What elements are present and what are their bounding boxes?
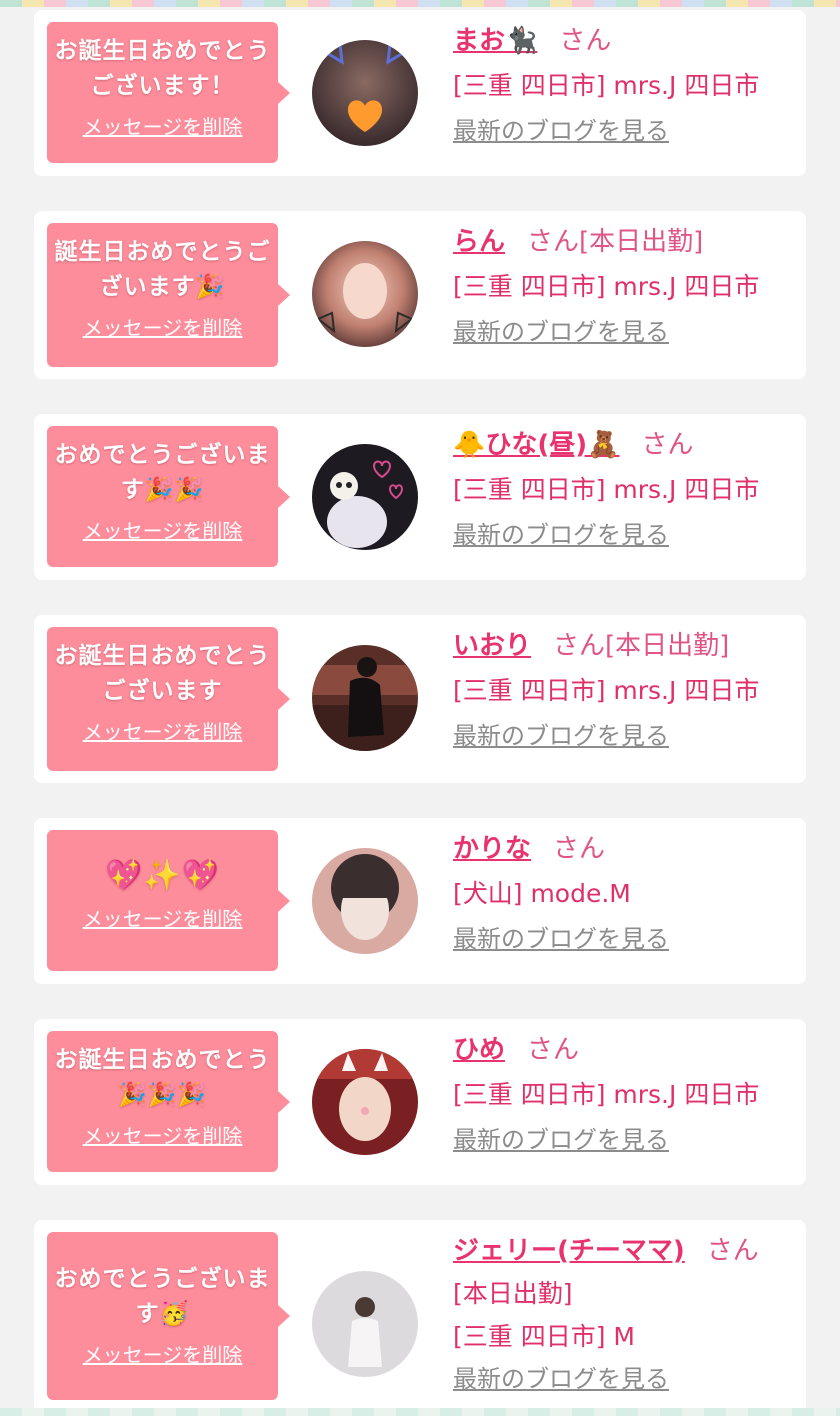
message-bubble: 💖✨💖 メッセージを削除 xyxy=(47,830,290,971)
honorific: さん xyxy=(706,1236,759,1266)
avatar[interactable] xyxy=(312,645,418,751)
view-blog-link[interactable]: 最新のブログを見る xyxy=(453,116,669,146)
cast-info: らん さん[本日出勤] [三重 四日市] mrs.J 四日市 最新のブログを見る xyxy=(453,225,798,347)
avatar[interactable] xyxy=(312,444,418,550)
avatar[interactable] xyxy=(312,241,418,347)
shop-label: [三重 四日市] mrs.J 四日市 xyxy=(453,676,760,705)
birthday-card: お誕生日おめでとう🎉🎉🎉 メッセージを削除 ひめ さん [三重 四日市] mrs.… xyxy=(34,1019,806,1185)
shop-label: [三重 四日市] mrs.J 四日市 xyxy=(453,1080,760,1109)
delete-message-link[interactable]: メッセージを削除 xyxy=(53,1123,272,1149)
view-blog-link[interactable]: 最新のブログを見る xyxy=(453,1125,669,1155)
cast-name-link[interactable]: ひめ xyxy=(453,1035,505,1065)
delete-message-link[interactable]: メッセージを削除 xyxy=(53,906,272,932)
view-blog-link[interactable]: 最新のブログを見る xyxy=(453,317,669,347)
birthday-card: お誕生日おめでとうございます！ メッセージを削除 まお🐈‍⬛ さん [三重 四日市… xyxy=(34,10,806,176)
view-blog-link[interactable]: 最新のブログを見る xyxy=(453,520,669,550)
top-decoration-strip xyxy=(0,0,840,7)
message-bubble: おめでとうございます🎉🎉 メッセージを削除 xyxy=(47,426,290,567)
honorific: さん xyxy=(553,631,606,661)
honorific: さん xyxy=(553,834,606,864)
birthday-message: おめでとうございます🥳 xyxy=(54,1266,271,1327)
avatar[interactable] xyxy=(312,848,418,954)
birthday-card: おめでとうございます🎉🎉 メッセージを削除 🐥ひな(昼)🧸 さん [三重 四日市]… xyxy=(34,414,806,580)
birthday-card: 誕生日おめでとうございます🎉 メッセージを削除 らん さん[本日出勤] [三重 四… xyxy=(34,211,806,379)
birthday-message: お誕生日おめでとう🎉🎉🎉 xyxy=(54,1047,271,1108)
cast-info: ジェリー(チーママ) さん [本日出勤] [三重 四日市] M 最新のブログを見る xyxy=(453,1234,798,1394)
birthday-message: おめでとうございます🎉🎉 xyxy=(54,442,271,503)
shop-label: [三重 四日市] mrs.J 四日市 xyxy=(453,71,760,100)
birthday-card: 💖✨💖 メッセージを削除 かりな さん [犬山] mode.M 最新のブログを見る xyxy=(34,818,806,984)
cast-name-link[interactable]: まお🐈‍⬛ xyxy=(453,26,537,56)
cast-name-link[interactable]: らん xyxy=(453,227,505,257)
honorific: さん xyxy=(527,227,580,257)
birthday-message: お誕生日おめでとうございます！ xyxy=(54,38,271,99)
delete-message-link[interactable]: メッセージを削除 xyxy=(53,114,272,140)
birthday-card: おめでとうございます🥳 メッセージを削除 ジェリー(チーママ) さん [本日出勤]… xyxy=(34,1220,806,1416)
message-bubble: お誕生日おめでとう🎉🎉🎉 メッセージを削除 xyxy=(47,1031,290,1172)
cast-info: 🐥ひな(昼)🧸 さん [三重 四日市] mrs.J 四日市 最新のブログを見る xyxy=(453,428,798,550)
message-bubble: お誕生日おめでとうございます！ メッセージを削除 xyxy=(47,22,290,163)
cast-name-link[interactable]: ジェリー(チーママ) xyxy=(453,1236,685,1266)
cast-info: まお🐈‍⬛ さん [三重 四日市] mrs.J 四日市 最新のブログを見る xyxy=(453,24,798,146)
shop-label: [三重 四日市] M xyxy=(453,1322,635,1351)
delete-message-link[interactable]: メッセージを削除 xyxy=(53,315,272,341)
view-blog-link[interactable]: 最新のブログを見る xyxy=(453,924,669,954)
delete-message-link[interactable]: メッセージを削除 xyxy=(53,518,272,544)
delete-message-link[interactable]: メッセージを削除 xyxy=(53,1342,272,1368)
status-label: [本日出勤] xyxy=(453,1279,573,1308)
view-blog-link[interactable]: 最新のブログを見る xyxy=(453,1364,669,1394)
avatar[interactable] xyxy=(312,1271,418,1377)
cast-name-link[interactable]: 🐥ひな(昼)🧸 xyxy=(453,430,620,460)
honorific: さん xyxy=(527,1035,580,1065)
status-label: [本日出勤] xyxy=(579,227,704,257)
delete-message-link[interactable]: メッセージを削除 xyxy=(53,719,272,745)
cast-name-link[interactable]: かりな xyxy=(453,834,531,864)
message-bubble: お誕生日おめでとうございます メッセージを削除 xyxy=(47,627,290,771)
honorific: さん xyxy=(641,430,694,460)
shop-label: [三重 四日市] mrs.J 四日市 xyxy=(453,272,760,301)
cast-info: ひめ さん [三重 四日市] mrs.J 四日市 最新のブログを見る xyxy=(453,1033,798,1155)
cast-info: いおり さん[本日出勤] [三重 四日市] mrs.J 四日市 最新のブログを見る xyxy=(453,629,798,751)
avatar[interactable] xyxy=(312,40,418,146)
birthday-card: お誕生日おめでとうございます メッセージを削除 いおり さん[本日出勤] [三重 … xyxy=(34,615,806,783)
birthday-message: 誕生日おめでとうございます🎉 xyxy=(54,239,271,300)
message-bubble: 誕生日おめでとうございます🎉 メッセージを削除 xyxy=(47,223,290,367)
status-label: [本日出勤] xyxy=(605,631,730,661)
view-blog-link[interactable]: 最新のブログを見る xyxy=(453,721,669,751)
bottom-decoration-strip xyxy=(0,1408,840,1416)
shop-label: [三重 四日市] mrs.J 四日市 xyxy=(453,475,760,504)
birthday-message: 💖✨💖 xyxy=(104,858,221,893)
cast-info: かりな さん [犬山] mode.M 最新のブログを見る xyxy=(453,832,798,954)
honorific: さん xyxy=(559,26,612,56)
birthday-message: お誕生日おめでとうございます xyxy=(54,643,271,704)
message-bubble: おめでとうございます🥳 メッセージを削除 xyxy=(47,1232,290,1400)
shop-label: [犬山] mode.M xyxy=(453,879,631,908)
cast-name-link[interactable]: いおり xyxy=(453,631,531,661)
avatar[interactable] xyxy=(312,1049,418,1155)
